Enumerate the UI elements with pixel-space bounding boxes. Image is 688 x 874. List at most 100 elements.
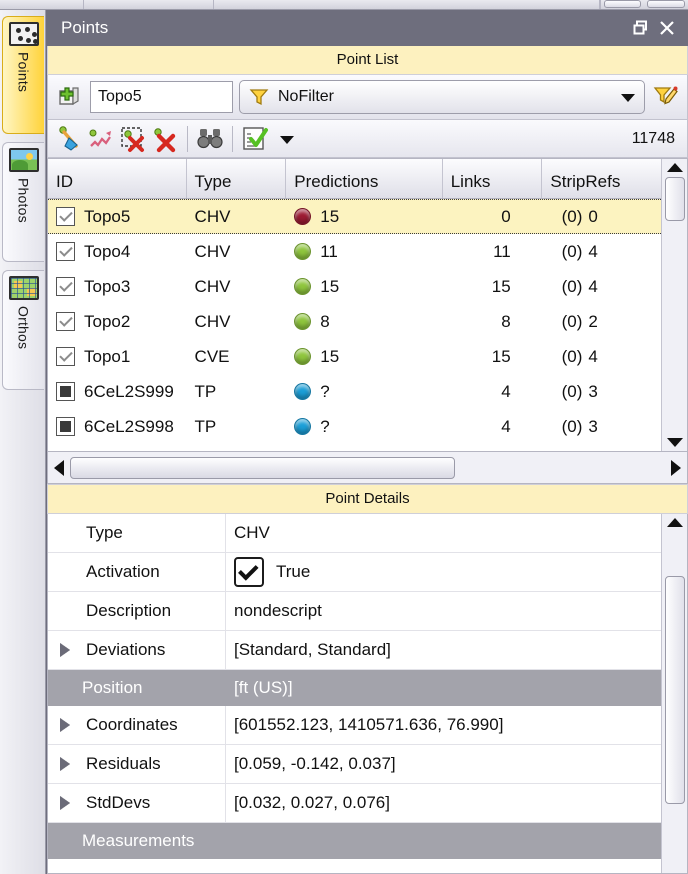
row-checkbox[interactable] [56,242,75,261]
table-row[interactable]: Topo1CVE1515(0)4 [48,339,661,374]
row-checkbox[interactable] [56,277,75,296]
table-horizontal-scrollbar[interactable] [47,452,688,484]
point-trend-icon[interactable] [86,124,116,154]
scroll-down-arrow[interactable] [667,438,683,447]
row-links-paren: (0) [550,242,588,262]
add-point-icon[interactable] [54,82,84,112]
row-checkbox[interactable] [56,382,75,401]
point-name-input[interactable] [90,81,233,113]
chevron-down-icon [618,89,638,105]
row-prediction: 15 [320,207,339,227]
sidebar-item-points[interactable]: Points [2,16,44,134]
column-header-type[interactable]: Type [187,159,287,198]
table-body: Topo5CHV150(0)0Topo4CHV1111(0)4Topo3CHV1… [48,199,661,451]
details-label: Residuals [82,754,161,774]
sidebar-item-photos[interactable]: Photos [2,142,44,262]
details-vertical-scrollbar[interactable] [661,514,687,873]
scroll-left-arrow[interactable] [54,460,64,476]
details-row[interactable]: Residuals [0.059, -0.142, 0.037] [48,745,661,784]
row-links: 4 [451,382,511,402]
table-row[interactable]: Topo3CHV1515(0)4 [48,269,661,304]
row-type: CHV [187,200,287,233]
table-row[interactable]: Topo2CHV88(0)2 [48,304,661,339]
table-row[interactable]: 6CeL2S999TP?4(0)3 [48,374,661,409]
row-id: Topo2 [84,312,130,332]
row-type: CVE [187,339,287,374]
table-scroll-thumb[interactable] [665,177,685,221]
binoculars-icon[interactable] [195,124,225,154]
points-panel: Points Point List N [47,10,688,874]
measure-point-icon[interactable] [54,124,84,154]
details-row[interactable]: ActivationTrue [48,553,661,592]
column-header-striprefs[interactable]: StripRefs [542,159,661,198]
expander-triangle-icon[interactable] [56,757,82,771]
parent-toolbar-group-4 [600,0,601,9]
details-scroll-thumb[interactable] [665,576,685,804]
sidebar-item-orthos[interactable]: Orthos [2,270,44,390]
row-type: TP [187,409,287,444]
row-checkbox[interactable] [56,312,75,331]
details-row[interactable]: Description nondescript [48,592,661,631]
row-checkbox[interactable] [56,347,75,366]
details-label: StdDevs [82,793,150,813]
activation-checkbox[interactable] [234,557,264,587]
row-checkbox[interactable] [56,417,75,436]
details-row[interactable]: Deviations[Standard, Standard] [48,631,661,670]
expander-triangle-icon[interactable] [56,796,82,810]
details-label: Description [82,601,171,621]
row-type: CHV [187,304,287,339]
row-id: 6CeL2S998 [84,417,174,437]
table-row[interactable]: 6CeL2S998TP?4(0)3 [48,409,661,444]
details-row[interactable]: StdDevs[0.032, 0.027, 0.076] [48,784,661,823]
edit-filter-icon[interactable] [651,82,681,112]
expander-triangle-icon[interactable] [56,718,82,732]
details-value: nondescript [234,601,322,621]
parent-toolbar-group-3 [214,0,599,9]
prediction-status-dot [294,418,311,435]
delete-region-icon[interactable] [118,124,148,154]
details-row[interactable]: Coordinates[601552.123, 1410571.636, 76.… [48,706,661,745]
row-type: CHV [187,234,287,269]
point-details-panel: TypeCHVActivationTrue Description nondescr… [47,514,688,874]
scroll-up-arrow[interactable] [667,163,683,172]
column-header-predictions[interactable]: Predictions [286,159,442,198]
dropdown-caret-icon[interactable] [272,124,302,154]
close-icon[interactable] [654,15,680,41]
checklist-icon[interactable] [240,124,270,154]
table-vertical-scrollbar[interactable] [661,159,687,451]
row-striprefs: 3 [588,382,597,402]
hscroll-thumb[interactable] [70,457,455,479]
scroll-right-arrow[interactable] [671,460,681,476]
details-scroll-up-arrow[interactable] [667,518,683,527]
prediction-status-dot [294,348,311,365]
prediction-status-dot [294,383,311,400]
delete-point-icon[interactable] [150,124,180,154]
row-type: CHV [187,269,287,304]
row-links: 11 [451,242,511,262]
parent-toolbar-button-2[interactable] [647,0,685,8]
column-header-links[interactable]: Links [443,159,543,198]
expander-triangle-icon[interactable] [56,643,82,657]
table-row[interactable]: Topo4CHV1111(0)4 [48,234,661,269]
details-group-unit: [ft (US)] [226,678,661,698]
sidebar-item-points-label: Points [16,52,32,92]
parent-toolbar-button-1[interactable] [604,0,642,8]
panel-title: Points [61,18,628,38]
row-links: 15 [451,347,511,367]
column-header-id[interactable]: ID [48,159,187,198]
row-prediction: ? [320,417,329,437]
details-row[interactable]: TypeCHV [48,514,661,553]
restore-icon[interactable] [628,15,654,41]
table-row[interactable]: Topo5CHV150(0)0 [48,199,661,234]
row-checkbox[interactable] [56,207,75,226]
prediction-status-dot [294,208,311,225]
toolbar-separator-1 [187,126,188,152]
row-striprefs: 0 [588,207,597,227]
sidebar-item-photos-label: Photos [16,178,32,223]
details-group-row: Measurements [48,823,661,859]
row-striprefs: 4 [588,277,597,297]
filter-dropdown-value: NoFilter [270,88,618,106]
row-prediction: 15 [320,277,339,297]
filter-dropdown[interactable]: NoFilter [239,80,645,114]
details-value: [0.059, -0.142, 0.037] [234,754,396,774]
